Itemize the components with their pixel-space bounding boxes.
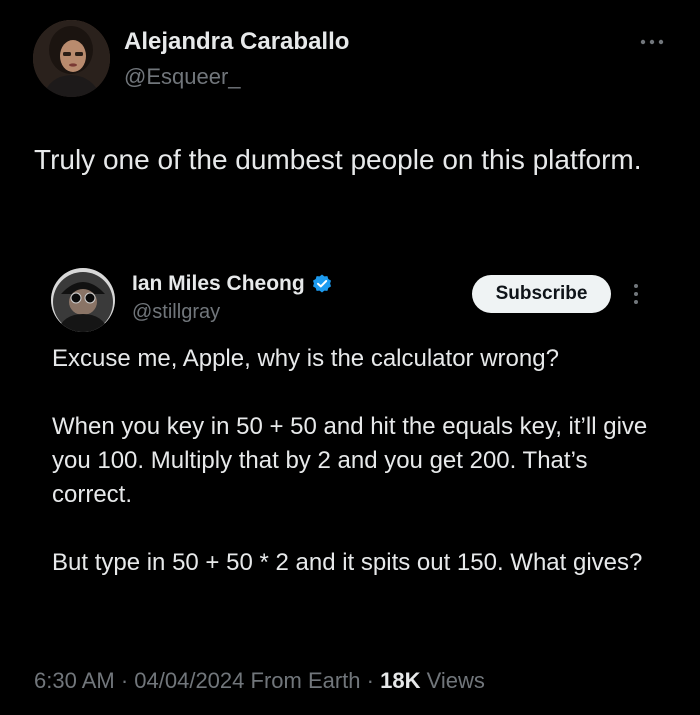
quoted-paragraph: When you key in 50 + 50 and hit the equa… — [52, 413, 648, 508]
quoted-paragraph: Excuse me, Apple, why is the calculator … — [52, 345, 559, 372]
more-vertical-icon — [634, 284, 638, 304]
tweet-time[interactable]: 6:30 AM — [34, 668, 115, 693]
more-options-button[interactable] — [638, 34, 666, 50]
tweet-date[interactable]: 04/04/2024 — [134, 668, 244, 693]
quoted-author-name[interactable]: Ian Miles Cheong — [132, 272, 305, 296]
quoted-author-handle[interactable]: @stillgray — [132, 301, 220, 324]
quoted-tweet[interactable]: Ian Miles Cheong @stillgray Subscribe Ex… — [33, 252, 663, 650]
verified-badge-icon — [312, 274, 331, 293]
quoted-more-options-button[interactable] — [632, 282, 640, 306]
tweet-text: Truly one of the dumbest people on this … — [34, 144, 642, 175]
quoted-tweet-text: Excuse me, Apple, why is the calculator … — [52, 342, 652, 580]
quoted-paragraph: But type in 50 + 50 * 2 and it spits out… — [52, 549, 643, 576]
author-avatar[interactable] — [33, 20, 110, 97]
quoted-avatar[interactable] — [51, 268, 115, 332]
more-horizontal-icon — [640, 39, 664, 45]
meta-separator: · — [360, 668, 381, 693]
author-handle[interactable]: @Esqueer_ — [124, 64, 241, 90]
tweet-source: From Earth — [244, 668, 361, 693]
tweet: Alejandra Caraballo @Esqueer_ Truly one … — [0, 0, 700, 715]
meta-separator: · — [114, 668, 135, 693]
quoted-name-row: Ian Miles Cheong — [132, 272, 333, 296]
profile-photo-icon — [51, 268, 115, 332]
views-count[interactable]: 18K — [380, 668, 420, 693]
author-name[interactable]: Alejandra Caraballo — [124, 28, 349, 56]
views-label: Views — [420, 668, 485, 693]
tweet-meta: 6:30 AM · 04/04/2024 From Earth · 18K Vi… — [34, 668, 485, 694]
subscribe-button[interactable]: Subscribe — [472, 275, 611, 313]
profile-photo-icon — [33, 20, 110, 97]
